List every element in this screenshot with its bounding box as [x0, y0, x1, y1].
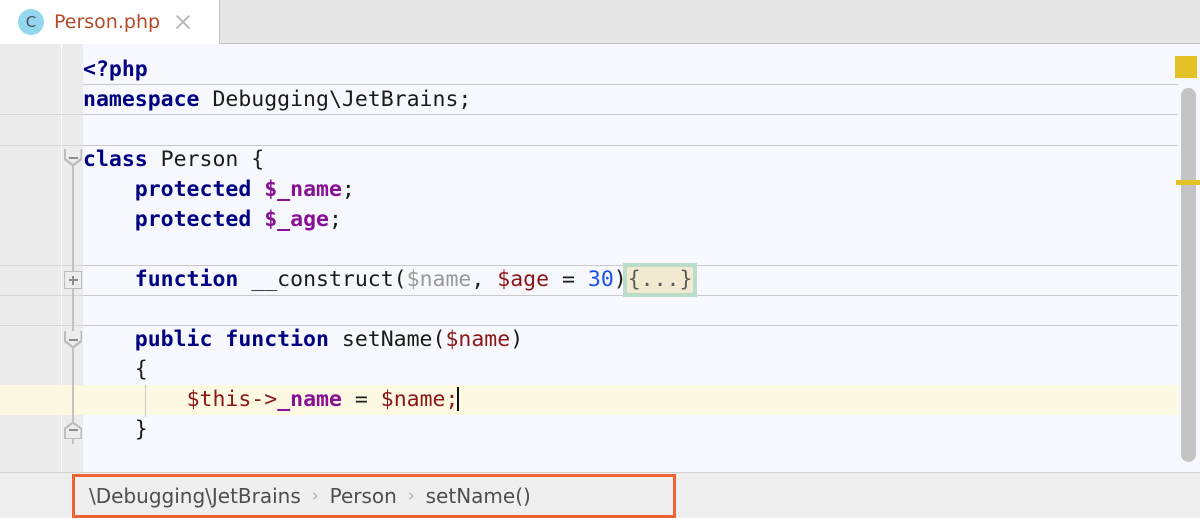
- breadcrumb-separator-icon: ›: [407, 486, 415, 506]
- marker-bar[interactable]: [1175, 44, 1200, 472]
- code-line-5: protected $_name;: [134, 177, 355, 202]
- folded-code-block[interactable]: {...}: [622, 263, 698, 297]
- fold-rail: [72, 152, 74, 444]
- editor-tab-bar: C Person.php: [0, 0, 1200, 44]
- code-block-separator-gutter: [0, 295, 83, 296]
- code-line-2: namespace Debugging\JetBrains;: [83, 87, 472, 112]
- editor-window: C Person.php <?php namespace Debugging\J…: [0, 0, 1200, 518]
- warning-square-icon[interactable]: [1175, 56, 1197, 78]
- breadcrumb-separator-icon: ›: [311, 486, 319, 506]
- fold-marker-construct-expand[interactable]: [64, 271, 82, 289]
- tab-person-php[interactable]: C Person.php: [0, 0, 219, 44]
- code-line-11: {: [83, 357, 148, 382]
- tab-label: Person.php: [54, 11, 161, 33]
- code-block-separator-gutter: [0, 265, 83, 266]
- code-line-13: }: [83, 417, 148, 442]
- text-caret: [457, 387, 460, 411]
- breadcrumb: \Debugging\JetBrains › Person › setName(…: [72, 474, 676, 518]
- php-class-icon: C: [18, 9, 44, 35]
- warning-marker-stripe[interactable]: [1176, 180, 1200, 185]
- code-line-4: class Person {: [83, 147, 265, 172]
- code-line-6: protected $_age;: [134, 207, 342, 232]
- tab-strip-empty-area: [219, 0, 1200, 44]
- code-line-12: $this->_name = $name;: [186, 387, 460, 412]
- breadcrumb-item-namespace[interactable]: \Debugging\JetBrains: [89, 484, 301, 508]
- close-icon[interactable]: [172, 11, 194, 33]
- breadcrumb-item-method[interactable]: setName(): [426, 484, 531, 508]
- breadcrumb-item-class[interactable]: Person: [330, 484, 397, 508]
- code-block-separator-gutter: [0, 145, 83, 146]
- vertical-scrollbar-thumb[interactable]: [1181, 88, 1196, 462]
- code-line-10: public function setName($name): [134, 327, 524, 352]
- code-block-separator-gutter: [0, 114, 83, 115]
- code-block-separator: [83, 295, 1200, 296]
- code-block-separator-gutter: [0, 325, 83, 326]
- code-line-8: function __construct($name, $age = 30){.…: [134, 263, 698, 297]
- code-line-1: <?php: [83, 57, 148, 82]
- code-editor[interactable]: <?php namespace Debugging\JetBrains; cla…: [0, 44, 1200, 472]
